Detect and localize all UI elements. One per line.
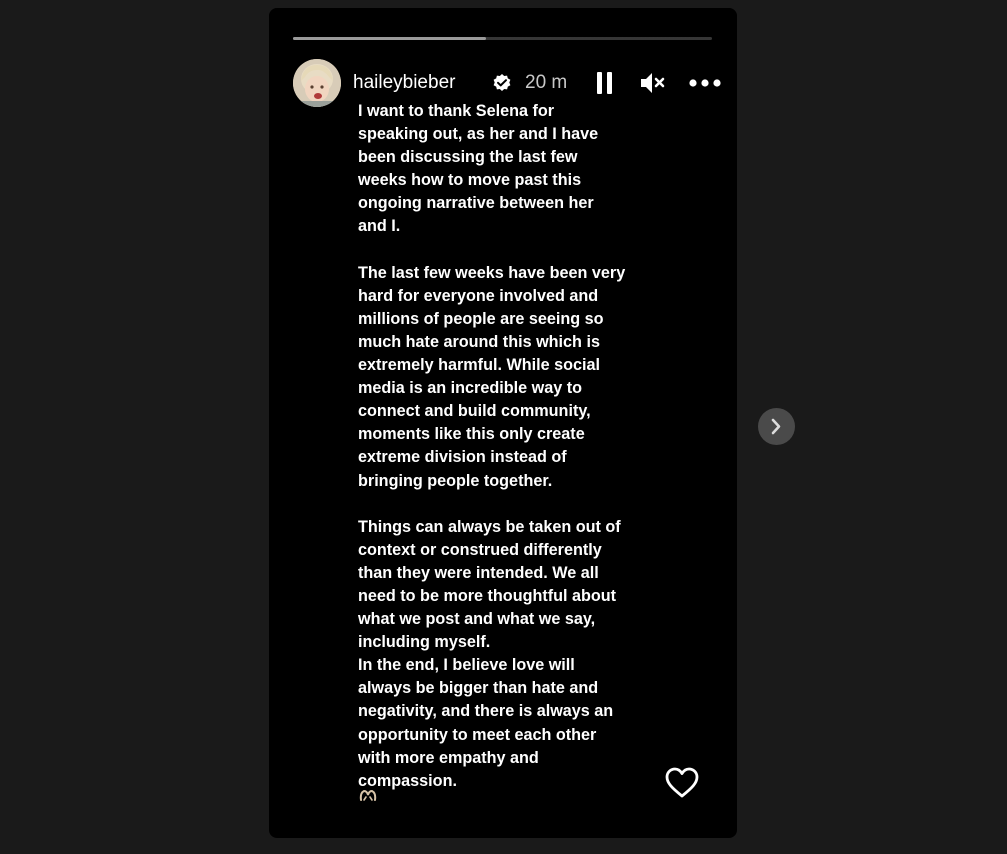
story-text-line: and I. (358, 217, 401, 236)
story-text-line: including myself. (358, 633, 491, 652)
story-text-line: compassion. (358, 771, 457, 790)
story-text-line: hard for everyone involved and (358, 286, 599, 305)
story-text-line: In the end, I believe love will (358, 656, 575, 675)
story-progress-bar (293, 37, 712, 40)
chevron-right-icon (771, 418, 781, 435)
story-text-line: context or construed differently (358, 540, 602, 559)
story-text-line: bringing people together. (358, 471, 553, 490)
story-text-line: millions of people are seeing so (358, 309, 604, 328)
story-text-line: than they were intended. We all (358, 563, 599, 582)
pause-button[interactable] (590, 68, 620, 98)
story-text-line: with more empathy and (358, 748, 539, 767)
story-viewer: haileybieber 20 m I want to thank Selena… (0, 0, 1007, 854)
story-text-line: Things can always be taken out of (358, 517, 621, 536)
story-text-line: I want to thank Selena for (358, 102, 555, 120)
story-text-line: been discussing the last few (358, 148, 578, 167)
verified-badge-icon (492, 73, 512, 93)
text-spacer (358, 493, 668, 516)
story-text-line: ongoing narrative between her (358, 194, 594, 213)
more-options-icon (689, 79, 721, 87)
heart-outline-icon (665, 767, 699, 798)
next-story-button[interactable] (758, 408, 795, 445)
username[interactable]: haileybieber (353, 72, 455, 94)
story-text-line: speaking out, as her and I have (358, 125, 599, 144)
heart-hands-icon (359, 788, 377, 804)
story-text-line: moments like this only create (358, 425, 585, 444)
story-text-line: extreme division instead of (358, 448, 567, 467)
story-text-line: what we post and what we say, (358, 610, 596, 629)
story-text-line: The last few weeks have been very (358, 263, 626, 282)
story-text-line: weeks how to move past this (358, 171, 582, 190)
story-text-block: I want to thank Selena for speaking out, … (358, 100, 668, 793)
story-text-line: connect and build community, (358, 402, 591, 421)
story-text-line: extremely harmful. While social (358, 356, 600, 375)
story-text-line: need to be more thoughtful about (358, 586, 617, 605)
story-progress-fill (293, 37, 486, 40)
speaker-muted-icon (641, 73, 665, 93)
timestamp: 20 m (525, 72, 568, 93)
story-text-line: media is an incredible way to (358, 379, 583, 398)
text-spacer (358, 239, 668, 262)
mute-button[interactable] (637, 68, 667, 98)
story-text-line: always be bigger than hate and (358, 679, 599, 698)
story-text-line: opportunity to meet each other (358, 725, 597, 744)
story-card[interactable]: haileybieber 20 m I want to thank Selena… (269, 8, 737, 838)
story-text-line: negativity, and there is always an (358, 702, 614, 721)
pause-icon (597, 72, 612, 94)
story-text-line: much hate around this which is (358, 332, 600, 351)
like-button[interactable] (664, 766, 700, 800)
avatar[interactable] (293, 59, 341, 107)
more-options-button[interactable] (688, 68, 721, 98)
